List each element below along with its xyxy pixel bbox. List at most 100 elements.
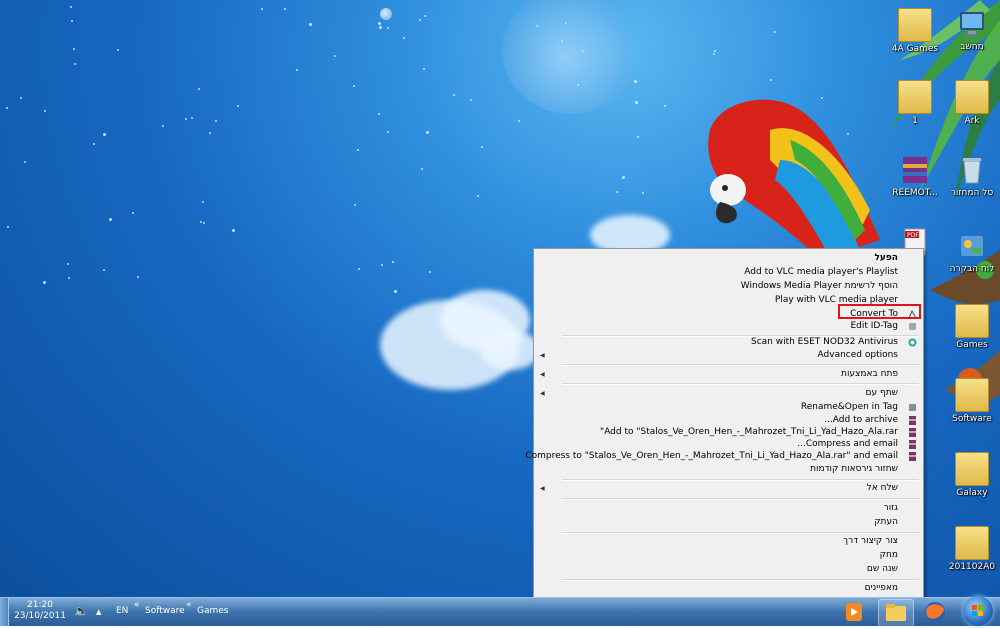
star bbox=[394, 290, 397, 293]
star bbox=[44, 110, 46, 112]
star bbox=[774, 31, 776, 33]
star bbox=[43, 281, 46, 284]
star bbox=[200, 221, 202, 223]
star bbox=[481, 146, 483, 148]
desktop-icon-label: Software bbox=[952, 414, 992, 424]
menu-item-properties[interactable]: מאפיינים bbox=[536, 582, 921, 595]
desktop-icon-galaxy[interactable]: Galaxy bbox=[942, 448, 1000, 508]
context-menu: הפעל Add to VLC media player's Playlist … bbox=[525, 248, 924, 598]
menu-item-rename[interactable]: שנה שם bbox=[536, 563, 921, 576]
star bbox=[470, 99, 472, 101]
desktop-icon-label: לוח הבקרה bbox=[949, 264, 995, 274]
menu-item-share-with[interactable]: ◀ שתף עם bbox=[536, 387, 921, 400]
taskbar: 21:20 23/10/2011 🔈 ▲ EN « Software « Gam… bbox=[0, 596, 1000, 627]
toolbar-chevron-icon[interactable]: « bbox=[186, 600, 192, 610]
volume-icon[interactable]: 🔈 bbox=[74, 604, 89, 618]
star bbox=[109, 218, 112, 221]
tray-expand-button[interactable]: ▲ bbox=[96, 608, 101, 616]
toolbar-chevron-icon[interactable]: « bbox=[134, 600, 140, 610]
desktop-icon-recycle-bin[interactable]: סל המחזור bbox=[942, 150, 1000, 210]
star bbox=[309, 23, 312, 26]
menu-item-wmp-list[interactable]: הוסף לרשימת Windows Media Player bbox=[536, 280, 921, 293]
star bbox=[453, 94, 455, 96]
menu-separator bbox=[562, 479, 919, 481]
menu-item-label: מאפיינים bbox=[864, 583, 898, 593]
explorer-taskbar-button[interactable] bbox=[878, 599, 914, 627]
star bbox=[713, 53, 715, 55]
explorer-folder-icon bbox=[886, 604, 906, 621]
folder-icon bbox=[955, 378, 989, 412]
menu-item-create-shortcut[interactable]: צור קיצור דרך bbox=[536, 535, 921, 548]
toolbar-games[interactable]: Games bbox=[197, 606, 228, 616]
menu-item-label: Add to archive... bbox=[824, 415, 898, 425]
star bbox=[334, 55, 336, 57]
desktop-icon-label: 4A Games bbox=[891, 44, 939, 54]
star bbox=[381, 264, 383, 266]
menu-item-eset-scan[interactable]: Scan with ESET NOD32 Antivirus bbox=[536, 336, 921, 349]
taskbar-clock[interactable]: 21:20 23/10/2011 bbox=[12, 600, 68, 622]
menu-item-cut[interactable]: גזור bbox=[536, 502, 921, 515]
desktop-icon-reemot[interactable]: REEMOT... bbox=[885, 150, 945, 210]
moon-decoration bbox=[502, 0, 640, 114]
menu-item-label: העתק bbox=[874, 517, 898, 527]
desktop-icon-computer[interactable]: מחשב bbox=[942, 4, 1000, 64]
menu-item-vlc-playlist[interactable]: Add to VLC media player's Playlist bbox=[536, 266, 921, 279]
menu-item-label: Rename&Open in Tag bbox=[800, 402, 898, 412]
desktop-icon-1[interactable]: 1 bbox=[885, 76, 945, 136]
menu-item-rename-open-in-tag[interactable]: Rename&Open in Tag bbox=[536, 401, 921, 414]
firefox-taskbar-button[interactable] bbox=[918, 599, 952, 625]
star bbox=[616, 191, 618, 193]
toolbar-software[interactable]: Software bbox=[145, 606, 185, 616]
desktop-icon-label: REEMOT... bbox=[892, 188, 938, 198]
menu-item-label: Edit ID-Tag bbox=[850, 321, 898, 331]
desktop-icon-label: Games bbox=[956, 340, 988, 350]
star bbox=[770, 79, 772, 81]
star bbox=[354, 204, 356, 206]
star bbox=[635, 101, 638, 104]
star bbox=[387, 27, 389, 29]
desktop-icon-software[interactable]: Software bbox=[942, 374, 1000, 434]
desktop-icon-201102a0[interactable]: 201102A0 bbox=[942, 522, 1000, 582]
desktop-icon-ark[interactable]: Ark bbox=[942, 76, 1000, 136]
star bbox=[93, 143, 95, 145]
clock-time: 21:20 bbox=[27, 600, 53, 610]
desktop-icon-games[interactable]: Games bbox=[942, 300, 1000, 360]
menu-item-edit-id-tag[interactable]: Edit ID-Tag bbox=[536, 320, 921, 333]
submenu-arrow-icon: ◀ bbox=[540, 485, 545, 492]
language-indicator[interactable]: EN bbox=[116, 606, 128, 616]
folder-icon bbox=[955, 452, 989, 486]
star bbox=[162, 125, 164, 127]
star bbox=[664, 105, 666, 107]
desktop-icon-label: מחשב bbox=[960, 42, 984, 52]
desktop-icon-4a-games[interactable]: 4A Games bbox=[885, 4, 945, 64]
menu-item-restore-previous-versions[interactable]: שחזור גירסאות קודמות bbox=[536, 463, 921, 476]
media-player-taskbar-button[interactable] bbox=[836, 599, 870, 625]
start-button[interactable] bbox=[963, 596, 993, 626]
desktop-icon-control-panel[interactable]: לוח הבקרה bbox=[942, 226, 1000, 286]
desktop-icon-label: 1 bbox=[912, 116, 918, 126]
star bbox=[642, 192, 644, 194]
menu-item-advanced-options[interactable]: ◀ Advanced options bbox=[536, 349, 921, 362]
firefox-icon bbox=[925, 602, 945, 622]
star bbox=[429, 271, 431, 273]
winrar-icon bbox=[908, 440, 917, 449]
star bbox=[353, 85, 355, 87]
menu-separator bbox=[562, 579, 919, 581]
star bbox=[714, 50, 716, 52]
desktop-icon-label: Galaxy bbox=[956, 488, 988, 498]
menu-item-play[interactable]: הפעל bbox=[536, 252, 921, 265]
menu-item-copy[interactable]: העתק bbox=[536, 516, 921, 529]
tag-icon bbox=[908, 403, 917, 412]
menu-item-delete[interactable]: מחק bbox=[536, 549, 921, 562]
star bbox=[634, 80, 637, 83]
star bbox=[358, 268, 360, 270]
small-moon-decoration bbox=[380, 8, 392, 20]
menu-item-send-to[interactable]: ◀ שלח אל bbox=[536, 482, 921, 495]
menu-item-compress-to-rar-email[interactable]: Compress to "Stalos_Ve_Oren_Hen_-_Mahroz… bbox=[525, 450, 921, 463]
star bbox=[237, 105, 239, 107]
menu-item-label: מחק bbox=[879, 550, 898, 560]
star bbox=[137, 276, 139, 278]
menu-item-open-with[interactable]: ◀ פתח באמצעות bbox=[536, 368, 921, 381]
star bbox=[24, 161, 26, 163]
show-desktop-button[interactable] bbox=[0, 598, 9, 626]
